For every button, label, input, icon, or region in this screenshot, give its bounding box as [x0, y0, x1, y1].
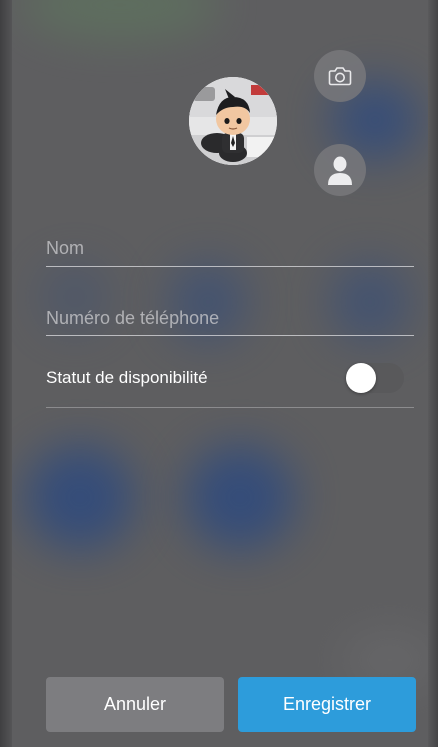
availability-status-row: Statut de disponibilité: [46, 360, 414, 408]
person-icon: [328, 156, 352, 185]
background-blur: [20, 0, 220, 40]
screen-edge: [428, 0, 438, 747]
camera-icon: [328, 67, 352, 86]
change-photo-button[interactable]: [314, 50, 366, 102]
screen-edge: [0, 0, 12, 747]
toggle-knob: [346, 363, 376, 393]
name-field: [46, 233, 414, 267]
cancel-button[interactable]: Annuler: [46, 677, 224, 732]
phone-input[interactable]: [46, 303, 414, 333]
save-button[interactable]: Enregistrer: [238, 677, 416, 732]
availability-toggle[interactable]: [346, 363, 404, 393]
background-blur: [185, 445, 295, 550]
profile-avatar[interactable]: [189, 77, 277, 165]
phone-field: [46, 303, 414, 336]
edit-profile-screen: Statut de disponibilité Annuler Enregist…: [0, 0, 438, 747]
background-blur: [25, 445, 135, 550]
name-input[interactable]: [46, 233, 414, 263]
avatar-image: [189, 77, 277, 165]
choose-contact-photo-button[interactable]: [314, 144, 366, 196]
availability-status-label: Statut de disponibilité: [46, 368, 208, 387]
